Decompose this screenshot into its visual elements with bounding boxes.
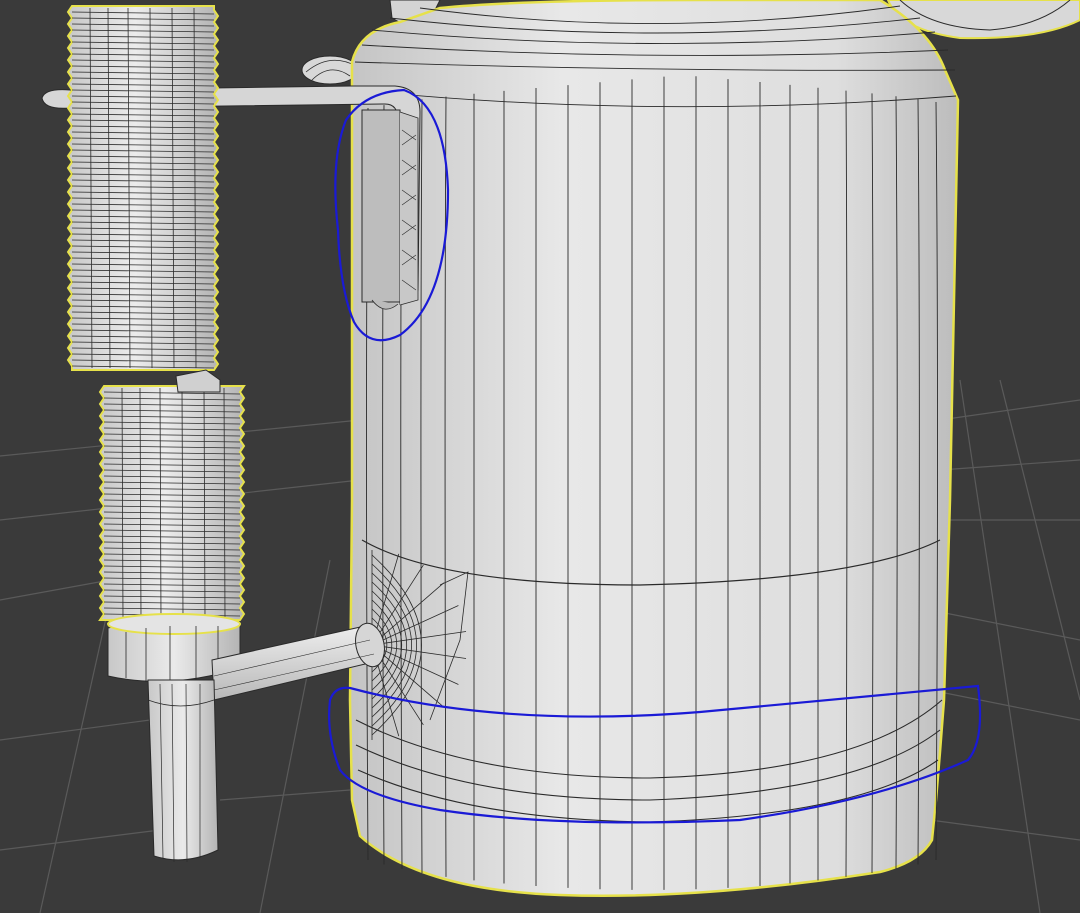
bracket-plate[interactable] <box>361 109 401 303</box>
3d-viewport[interactable] <box>0 0 1080 913</box>
tank-mesh[interactable] <box>348 0 960 897</box>
tank-body[interactable] <box>348 0 960 897</box>
down-pipe[interactable] <box>147 679 219 863</box>
tank-meridian <box>759 81 761 886</box>
viewport-canvas[interactable] <box>0 0 1080 913</box>
tank-meridian <box>535 87 537 886</box>
bracket-weld-wire <box>399 111 419 306</box>
coupling-top <box>107 613 241 635</box>
down-pipe-body[interactable] <box>147 679 219 861</box>
